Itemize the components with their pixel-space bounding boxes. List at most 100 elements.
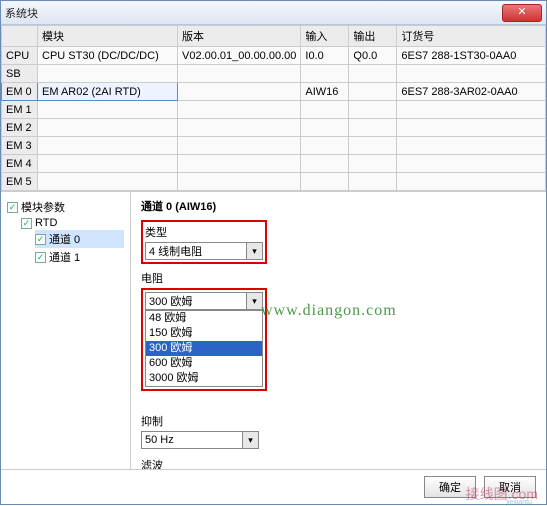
cell-input (301, 155, 349, 173)
table-row[interactable]: EM 3 (2, 137, 546, 155)
dropdown-icon[interactable]: ▾ (246, 243, 262, 259)
cell-order (397, 155, 546, 173)
row-header: EM 4 (2, 155, 38, 173)
property-panel: 通道 0 (AIW16) 类型 ▾ 电阻 ▾ 48 欧姆 150 欧姆 30 (131, 192, 546, 469)
table-header-row: 模块 版本 输入 输出 订货号 (2, 26, 546, 47)
cell-version (178, 155, 301, 173)
tree-node-rtd[interactable]: ✓ RTD (21, 216, 124, 230)
check-icon: ✓ (21, 218, 32, 229)
dropdown-icon[interactable]: ▾ (242, 432, 258, 448)
table-row[interactable]: SB (2, 65, 546, 83)
table-row[interactable]: EM 2 (2, 119, 546, 137)
check-icon: ✓ (7, 202, 18, 213)
tree-ch0-label: 通道 0 (49, 231, 80, 247)
cell-module[interactable] (38, 119, 178, 137)
ok-button[interactable]: 确定 (424, 476, 476, 498)
list-item[interactable]: 48 欧姆 (146, 311, 262, 326)
col-blank (2, 26, 38, 47)
cell-module[interactable] (38, 155, 178, 173)
cell-order: 6ES7 288-1ST30-0AA0 (397, 47, 546, 65)
tree-ch1-label: 通道 1 (49, 249, 80, 265)
cell-output (349, 119, 397, 137)
body-split: ✓ 模块参数 ✓ RTD ✓ 通道 0 ✓ 通道 1 通道 0 (AIW16) … (1, 191, 546, 469)
list-item[interactable]: 600 欧姆 (146, 356, 262, 371)
dropdown-icon[interactable]: ▾ (246, 293, 262, 309)
resist-combo[interactable]: ▾ (145, 292, 263, 310)
watermark-url: www.diangon.com (261, 302, 397, 320)
cell-input: AIW16 (301, 83, 349, 101)
filter-group: 滤波 ▾ (141, 457, 536, 469)
cell-output (349, 83, 397, 101)
cell-module[interactable] (38, 65, 178, 83)
cell-order (397, 137, 546, 155)
tree-root[interactable]: ✓ 模块参数 (7, 198, 124, 216)
cell-version (178, 119, 301, 137)
system-block-window: 系统块 ✕ 模块 版本 输入 输出 订货号 CPU CPU ST30 (DC/D… (0, 0, 547, 505)
cancel-button[interactable]: 取消 (484, 476, 536, 498)
resist-input[interactable] (146, 293, 246, 309)
cell-version (178, 173, 301, 191)
cell-input: I0.0 (301, 47, 349, 65)
cell-output (349, 173, 397, 191)
type-input[interactable] (146, 243, 246, 259)
cell-input (301, 119, 349, 137)
module-table-wrap: 模块 版本 输入 输出 订货号 CPU CPU ST30 (DC/DC/DC) … (1, 25, 546, 191)
filter-label: 滤波 (141, 457, 536, 469)
col-output[interactable]: 输出 (349, 26, 397, 47)
cell-module[interactable]: EM AR02 (2AI RTD) (38, 83, 178, 101)
cell-order (397, 173, 546, 191)
row-header: EM 2 (2, 119, 38, 137)
suppress-group: 抑制 ▾ (141, 413, 536, 449)
col-module[interactable]: 模块 (38, 26, 178, 47)
window-title: 系统块 (5, 5, 502, 21)
module-table: 模块 版本 输入 输出 订货号 CPU CPU ST30 (DC/DC/DC) … (1, 25, 546, 191)
type-label: 类型 (145, 224, 263, 240)
row-header: EM 0 (2, 83, 38, 101)
panel-title: 通道 0 (AIW16) (141, 198, 536, 214)
cell-input (301, 101, 349, 119)
suppress-input[interactable] (142, 432, 242, 448)
footer: 确定 取消 接线图.com jiexiantu (1, 469, 546, 504)
cell-module[interactable] (38, 101, 178, 119)
row-header: EM 3 (2, 137, 38, 155)
resist-listbox[interactable]: 48 欧姆 150 欧姆 300 欧姆 600 欧姆 3000 欧姆 (145, 310, 263, 387)
cell-module[interactable] (38, 173, 178, 191)
table-row[interactable]: EM 1 (2, 101, 546, 119)
table-row[interactable]: EM 4 (2, 155, 546, 173)
tree-channel-0[interactable]: ✓ 通道 0 (35, 230, 124, 248)
cell-output (349, 65, 397, 83)
type-combo[interactable]: ▾ (145, 242, 263, 260)
row-header: EM 5 (2, 173, 38, 191)
row-header: CPU (2, 47, 38, 65)
close-button[interactable]: ✕ (502, 4, 542, 22)
col-version[interactable]: 版本 (178, 26, 301, 47)
close-icon: ✕ (517, 6, 526, 18)
tree-node-label: RTD (35, 217, 57, 229)
tree-channel-1[interactable]: ✓ 通道 1 (35, 248, 124, 266)
cell-module[interactable] (38, 137, 178, 155)
table-row[interactable]: EM 0 EM AR02 (2AI RTD) AIW16 6ES7 288-3A… (2, 83, 546, 101)
col-order[interactable]: 订货号 (397, 26, 546, 47)
list-item[interactable]: 150 欧姆 (146, 326, 262, 341)
cell-input (301, 137, 349, 155)
cell-output (349, 101, 397, 119)
cell-version (178, 137, 301, 155)
cell-output: Q0.0 (349, 47, 397, 65)
row-header: EM 1 (2, 101, 38, 119)
cell-module[interactable]: CPU ST30 (DC/DC/DC) (38, 47, 178, 65)
suppress-label: 抑制 (141, 413, 536, 429)
list-item[interactable]: 300 欧姆 (146, 341, 262, 356)
cell-version: V02.00.01_00.00.00.00 (178, 47, 301, 65)
cell-order (397, 119, 546, 137)
cell-input (301, 65, 349, 83)
cell-order (397, 101, 546, 119)
table-row[interactable]: CPU CPU ST30 (DC/DC/DC) V02.00.01_00.00.… (2, 47, 546, 65)
tree-panel: ✓ 模块参数 ✓ RTD ✓ 通道 0 ✓ 通道 1 (1, 192, 131, 469)
col-input[interactable]: 输入 (301, 26, 349, 47)
table-row[interactable]: EM 5 (2, 173, 546, 191)
list-item[interactable]: 3000 欧姆 (146, 371, 262, 386)
cell-version (178, 65, 301, 83)
cell-version (178, 83, 301, 101)
suppress-combo[interactable]: ▾ (141, 431, 259, 449)
resist-highlight-box: ▾ 48 欧姆 150 欧姆 300 欧姆 600 欧姆 3000 欧姆 (141, 288, 267, 391)
